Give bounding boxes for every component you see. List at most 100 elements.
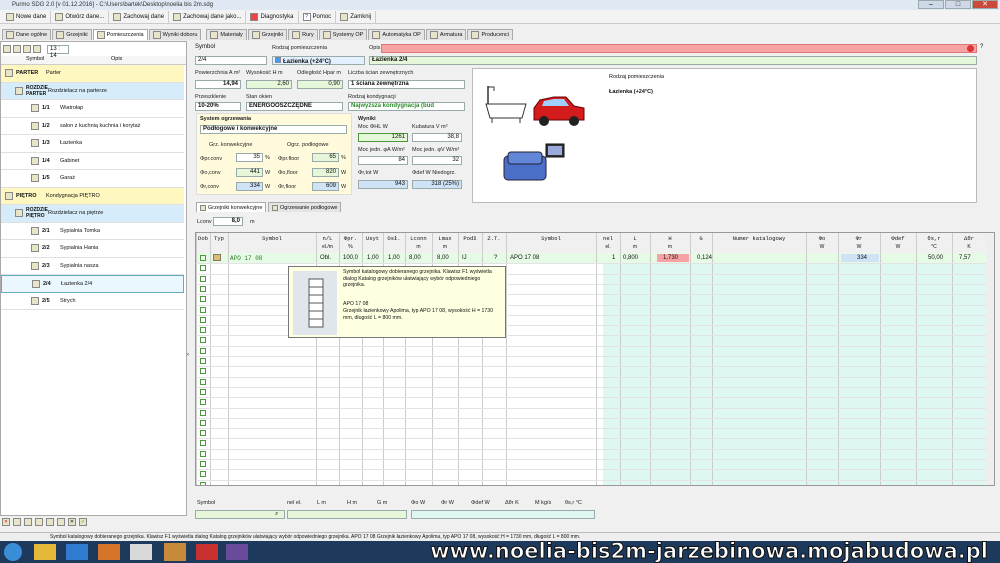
select-checkbox[interactable] bbox=[200, 265, 206, 272]
paint-icon[interactable] bbox=[226, 544, 248, 560]
grid-col-header[interactable]: θs,r bbox=[916, 235, 952, 242]
windows-select[interactable]: ENERGOOSZCZĘDNE bbox=[246, 102, 343, 111]
select-checkbox[interactable] bbox=[200, 337, 206, 344]
tree-row-dist[interactable]: ROZDZIE PARTER Rozdzielacz na parterze bbox=[1, 82, 184, 100]
select-checkbox[interactable] bbox=[200, 296, 206, 303]
select-checkbox[interactable] bbox=[200, 347, 206, 354]
close-button[interactable]: ✕ bbox=[972, 0, 998, 9]
floor-w-field[interactable]: 820 bbox=[312, 168, 339, 177]
paste-icon[interactable] bbox=[46, 518, 54, 526]
heating-system-select[interactable]: Podłogowe i konwekcyjne bbox=[200, 125, 347, 134]
walls-select[interactable]: 1 ściana zewnętrzna bbox=[348, 80, 465, 89]
pdf-icon[interactable] bbox=[196, 544, 218, 560]
tree-row-room[interactable]: 2/1 Sypialnia Tomka bbox=[1, 222, 184, 240]
grid-col-header[interactable]: Podł bbox=[458, 235, 482, 242]
distance-field[interactable]: 0,90 bbox=[297, 80, 343, 89]
save-icon[interactable] bbox=[24, 518, 32, 526]
select-checkbox[interactable] bbox=[200, 306, 206, 313]
cut-icon[interactable] bbox=[57, 518, 65, 526]
tab-producenci[interactable]: Producenci bbox=[467, 29, 514, 40]
tree-row-room[interactable]: 1/3 Łazienka bbox=[1, 135, 184, 153]
add-icon[interactable] bbox=[13, 518, 21, 526]
select-checkbox[interactable] bbox=[200, 481, 206, 485]
start-button[interactable] bbox=[4, 543, 22, 561]
help-question-icon[interactable]: ? bbox=[980, 44, 988, 52]
select-checkbox[interactable] bbox=[200, 378, 206, 385]
grid-col-header[interactable]: Φr bbox=[838, 235, 880, 242]
purmo-sdg-icon[interactable] bbox=[164, 543, 186, 561]
minimize-button[interactable]: – bbox=[918, 0, 944, 9]
select-checkbox[interactable] bbox=[200, 409, 206, 416]
select-checkbox[interactable] bbox=[200, 327, 206, 334]
explorer-icon[interactable] bbox=[34, 544, 56, 560]
grid-col-header[interactable]: H bbox=[650, 235, 690, 242]
chrome-icon[interactable] bbox=[130, 544, 152, 560]
tab-grzejniki-catalog[interactable]: Grzejniki bbox=[247, 29, 288, 40]
grid-col-header[interactable]: Symbol bbox=[506, 235, 596, 242]
subtab-convectors[interactable]: Grzejniki konwekcyjne bbox=[196, 202, 267, 212]
select-checkbox[interactable] bbox=[200, 471, 206, 478]
open-data-button[interactable]: Otwórz dane... bbox=[51, 10, 110, 23]
glazing-select[interactable]: 10-20% bbox=[195, 102, 241, 111]
diagnostics-button[interactable]: Diagnostyka bbox=[246, 10, 299, 23]
grid-col-header[interactable]: Osł. bbox=[383, 235, 405, 242]
tab-automatyka-op[interactable]: Automatyka OP bbox=[368, 29, 425, 40]
tab-wyniki-doboru[interactable]: Wyniki doboru bbox=[148, 29, 202, 40]
tree-row-level[interactable]: PARTER Parter bbox=[1, 65, 184, 83]
search-icon[interactable]: ⌕ bbox=[275, 511, 278, 518]
copy-icon[interactable] bbox=[35, 518, 43, 526]
splitter-collapse-icon[interactable]: ‹ bbox=[187, 352, 191, 360]
list-view-icon[interactable] bbox=[13, 45, 21, 53]
grid-col-header[interactable]: L bbox=[620, 235, 650, 242]
save-as-button[interactable]: Zachowaj dane jako... bbox=[169, 10, 247, 23]
grid-col-header[interactable]: Usyt bbox=[362, 235, 383, 242]
tree-row-selected[interactable]: 2/4 Łazienka 2/4 bbox=[1, 275, 184, 293]
select-checkbox[interactable] bbox=[200, 316, 206, 323]
tab-grzejniki[interactable]: Grzejniki bbox=[52, 29, 92, 40]
tree-row-room[interactable]: 1/4 Gabinet bbox=[1, 152, 184, 170]
area-field[interactable]: 14,94 bbox=[195, 80, 241, 89]
tree-row-room[interactable]: 1/1 Wiatrołap bbox=[1, 100, 184, 118]
tab-rury[interactable]: Rury bbox=[288, 29, 318, 40]
grid-col-header[interactable]: Φpr. bbox=[339, 235, 362, 242]
tab-materialy[interactable]: Materiały bbox=[206, 29, 247, 40]
conv-w-field[interactable]: 441 bbox=[236, 168, 263, 177]
grid-col-header[interactable]: Dob bbox=[196, 235, 210, 242]
error-icon[interactable] bbox=[967, 45, 974, 52]
tree-view-icon[interactable] bbox=[3, 45, 11, 53]
cancel-icon[interactable]: ✕ bbox=[68, 518, 76, 526]
maximize-button[interactable]: □ bbox=[945, 0, 971, 9]
row-symbol[interactable]: APO 17 08 bbox=[230, 255, 262, 262]
grid-col-header[interactable]: G bbox=[690, 235, 712, 242]
tree-row-dist[interactable]: ROZDZIE PIĘTRO Rozdzielacz na piętrze bbox=[1, 205, 184, 223]
grid-col-header[interactable]: Φdef bbox=[880, 235, 916, 242]
delete-icon[interactable]: ✕ bbox=[2, 518, 10, 526]
grid-col-header[interactable]: Lconn bbox=[405, 235, 432, 242]
select-checkbox[interactable] bbox=[200, 285, 206, 292]
tab-armatura[interactable]: Armatura bbox=[425, 29, 467, 40]
grid-scrollbar[interactable] bbox=[986, 235, 994, 485]
catalog-search-input[interactable] bbox=[195, 510, 285, 519]
tab-pomieszczenia[interactable]: Pomieszczenia bbox=[92, 29, 148, 40]
grid-col-header[interactable]: Symbol bbox=[228, 235, 316, 242]
floor-type-select[interactable]: Najwyższa kondygnacja (bud bbox=[348, 102, 465, 111]
tree-row-room[interactable]: 2/5 Strych bbox=[1, 292, 184, 310]
conv-pct-field[interactable]: 35 bbox=[236, 153, 263, 162]
select-checkbox[interactable] bbox=[200, 450, 206, 457]
grid-col-header[interactable]: n/L bbox=[316, 235, 339, 242]
subtab-floor[interactable]: Ogrzewanie podłogowe bbox=[268, 202, 342, 212]
select-checkbox[interactable] bbox=[200, 358, 206, 364]
media-icon[interactable] bbox=[98, 544, 120, 560]
grid-col-header[interactable]: Typ bbox=[210, 235, 228, 242]
select-checkbox[interactable] bbox=[200, 368, 206, 375]
select-checkbox[interactable] bbox=[200, 388, 206, 395]
filter-icon[interactable] bbox=[33, 45, 41, 53]
height-field[interactable]: 2,60 bbox=[246, 80, 292, 89]
close-doc-button[interactable]: Zamknij bbox=[336, 10, 377, 23]
grid-col-header[interactable]: Z.T. bbox=[482, 235, 506, 242]
select-checkbox[interactable] bbox=[200, 419, 206, 426]
select-checkbox[interactable] bbox=[200, 440, 206, 447]
symbol-field[interactable]: 2/4 bbox=[195, 56, 267, 65]
select-checkbox[interactable] bbox=[200, 461, 206, 467]
floor-pct-field[interactable]: 65 bbox=[312, 153, 339, 162]
